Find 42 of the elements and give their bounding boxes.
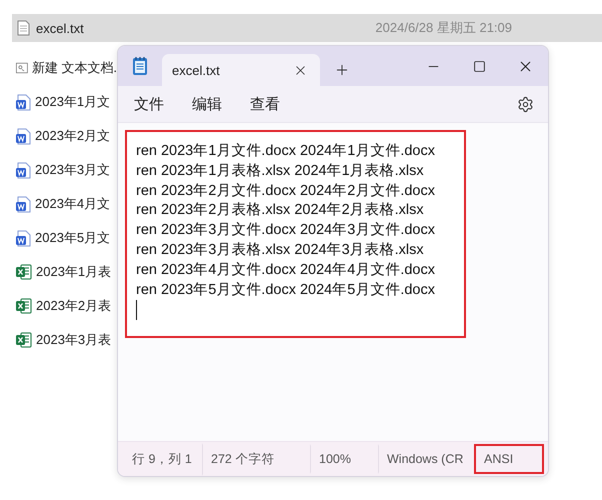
spreadsheet-icon xyxy=(16,298,32,314)
spreadsheet-icon xyxy=(16,332,32,348)
text-file-icon xyxy=(17,20,30,36)
word-document-icon xyxy=(16,162,31,178)
spreadsheet-icon xyxy=(16,264,32,280)
file-name[interactable]: 2023年1月文 xyxy=(35,93,110,111)
status-item: 100% xyxy=(310,444,378,474)
status-item: Windows (CR xyxy=(378,444,474,474)
file-name: excel.txt xyxy=(36,20,84,36)
file-name[interactable]: 2023年2月文 xyxy=(35,127,110,145)
shortcut-file-icon xyxy=(16,61,28,75)
text-caret xyxy=(136,300,137,320)
word-document-icon xyxy=(16,196,31,212)
text-line: ren 2023年3月表格.xlsx 2024年3月表格.xlsx xyxy=(136,240,425,260)
notepad-icon xyxy=(132,56,148,76)
file-name[interactable]: 2023年1月表 xyxy=(36,263,112,281)
text-line: ren 2023年5月文件.docx 2024年5月文件.docx xyxy=(136,280,436,300)
status-item: 行 9，列 1 xyxy=(131,450,193,468)
word-document-icon xyxy=(16,230,31,246)
file-name[interactable]: 2023年5月文 xyxy=(35,229,110,247)
file-name[interactable]: 2023年2月表 xyxy=(36,297,112,315)
file-date: 2024/6/28 星期五 21:09 xyxy=(375,19,512,37)
file-name[interactable]: 2023年3月文 xyxy=(35,161,110,179)
menu-item[interactable]: 编辑 xyxy=(190,90,234,118)
word-document-icon xyxy=(16,128,31,144)
file-row[interactable]: excel.txt 2024/6/28 星期五 21:09 xyxy=(12,14,602,42)
status-item: ANSI xyxy=(474,444,544,474)
menu-item[interactable]: 查看 xyxy=(248,90,292,118)
text-line: ren 2023年3月文件.docx 2024年3月文件.docx xyxy=(136,221,436,240)
text-line: ren 2023年1月表格.xlsx 2024年1月表格.xlsx xyxy=(136,162,425,181)
text-area[interactable] xyxy=(125,130,466,338)
status-item: 272 个字符 xyxy=(202,442,310,476)
text-line: ren 2023年2月表格.xlsx 2024年2月表格.xlsx xyxy=(136,201,425,220)
text-line: ren 2023年4月文件.docx 2024年4月文件.docx xyxy=(136,260,436,280)
document-tab[interactable]: excel.txt xyxy=(162,54,320,86)
text-line: ren 2023年2月文件.docx 2024年2月文件.docx xyxy=(136,182,436,201)
file-name[interactable]: 新建 文本文档. xyxy=(32,59,117,77)
menu-item[interactable]: 文件 xyxy=(132,90,176,118)
word-document-icon xyxy=(16,94,31,110)
file-name[interactable]: 2023年4月文 xyxy=(35,195,110,213)
file-name[interactable]: 2023年3月表 xyxy=(36,331,112,349)
text-line: ren 2023年1月文件.docx 2024年1月文件.docx xyxy=(136,142,436,161)
